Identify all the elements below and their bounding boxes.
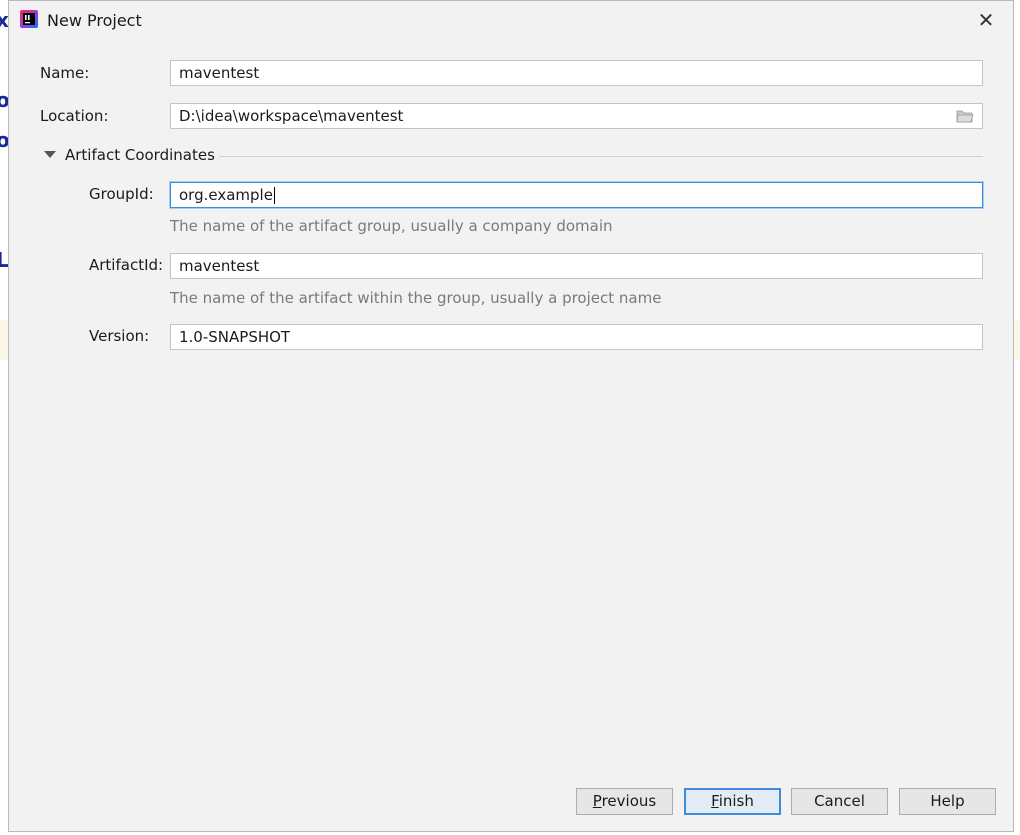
version-label: Version: xyxy=(89,327,150,345)
name-label: Name: xyxy=(40,64,90,82)
groupid-value: org.example xyxy=(179,186,273,204)
artifactid-field[interactable]: maventest xyxy=(170,253,983,279)
dialog-title: New Project xyxy=(47,11,142,30)
previous-button[interactable]: Previous xyxy=(576,788,673,815)
version-value: 1.0-SNAPSHOT xyxy=(179,328,291,346)
finish-mnemonic: F xyxy=(711,792,719,810)
folder-icon[interactable] xyxy=(956,109,974,123)
name-field[interactable]: maventest xyxy=(170,60,983,86)
finish-button[interactable]: Finish xyxy=(684,788,781,815)
artifactid-value: maventest xyxy=(179,257,260,275)
background-highlight-strip-right xyxy=(1014,320,1020,360)
location-field[interactable]: D:\idea\workspace\maventest xyxy=(170,103,983,129)
location-label: Location: xyxy=(40,107,109,125)
text-caret xyxy=(273,187,275,204)
version-field[interactable]: 1.0-SNAPSHOT xyxy=(170,324,983,350)
cancel-button[interactable]: Cancel xyxy=(791,788,888,815)
cancel-label: Cancel xyxy=(814,792,865,810)
section-divider xyxy=(219,156,983,157)
groupid-hint: The name of the artifact group, usually … xyxy=(170,217,613,235)
artifactid-label: ArtifactId: xyxy=(89,256,164,274)
triangle-down-icon[interactable] xyxy=(44,151,56,158)
title-bar: New Project ✕ xyxy=(9,1,1013,39)
artifact-coordinates-title[interactable]: Artifact Coordinates xyxy=(65,146,215,164)
groupid-field[interactable]: org.example xyxy=(170,182,983,208)
intellij-idea-icon xyxy=(20,10,38,28)
finish-label-rest: inish xyxy=(718,792,754,810)
name-value: maventest xyxy=(179,64,260,82)
groupid-label: GroupId: xyxy=(89,185,154,203)
previous-mnemonic: P xyxy=(592,792,602,810)
help-button[interactable]: Help xyxy=(899,788,996,815)
close-icon[interactable]: ✕ xyxy=(973,7,999,33)
location-value: D:\idea\workspace\maventest xyxy=(179,107,404,125)
new-project-dialog: New Project ✕ Name: maventest Location: … xyxy=(8,0,1014,832)
background-highlight-strip xyxy=(0,320,8,360)
help-label: Help xyxy=(930,792,965,810)
previous-label-rest: revious xyxy=(601,792,657,810)
artifactid-hint: The name of the artifact within the grou… xyxy=(170,289,662,307)
